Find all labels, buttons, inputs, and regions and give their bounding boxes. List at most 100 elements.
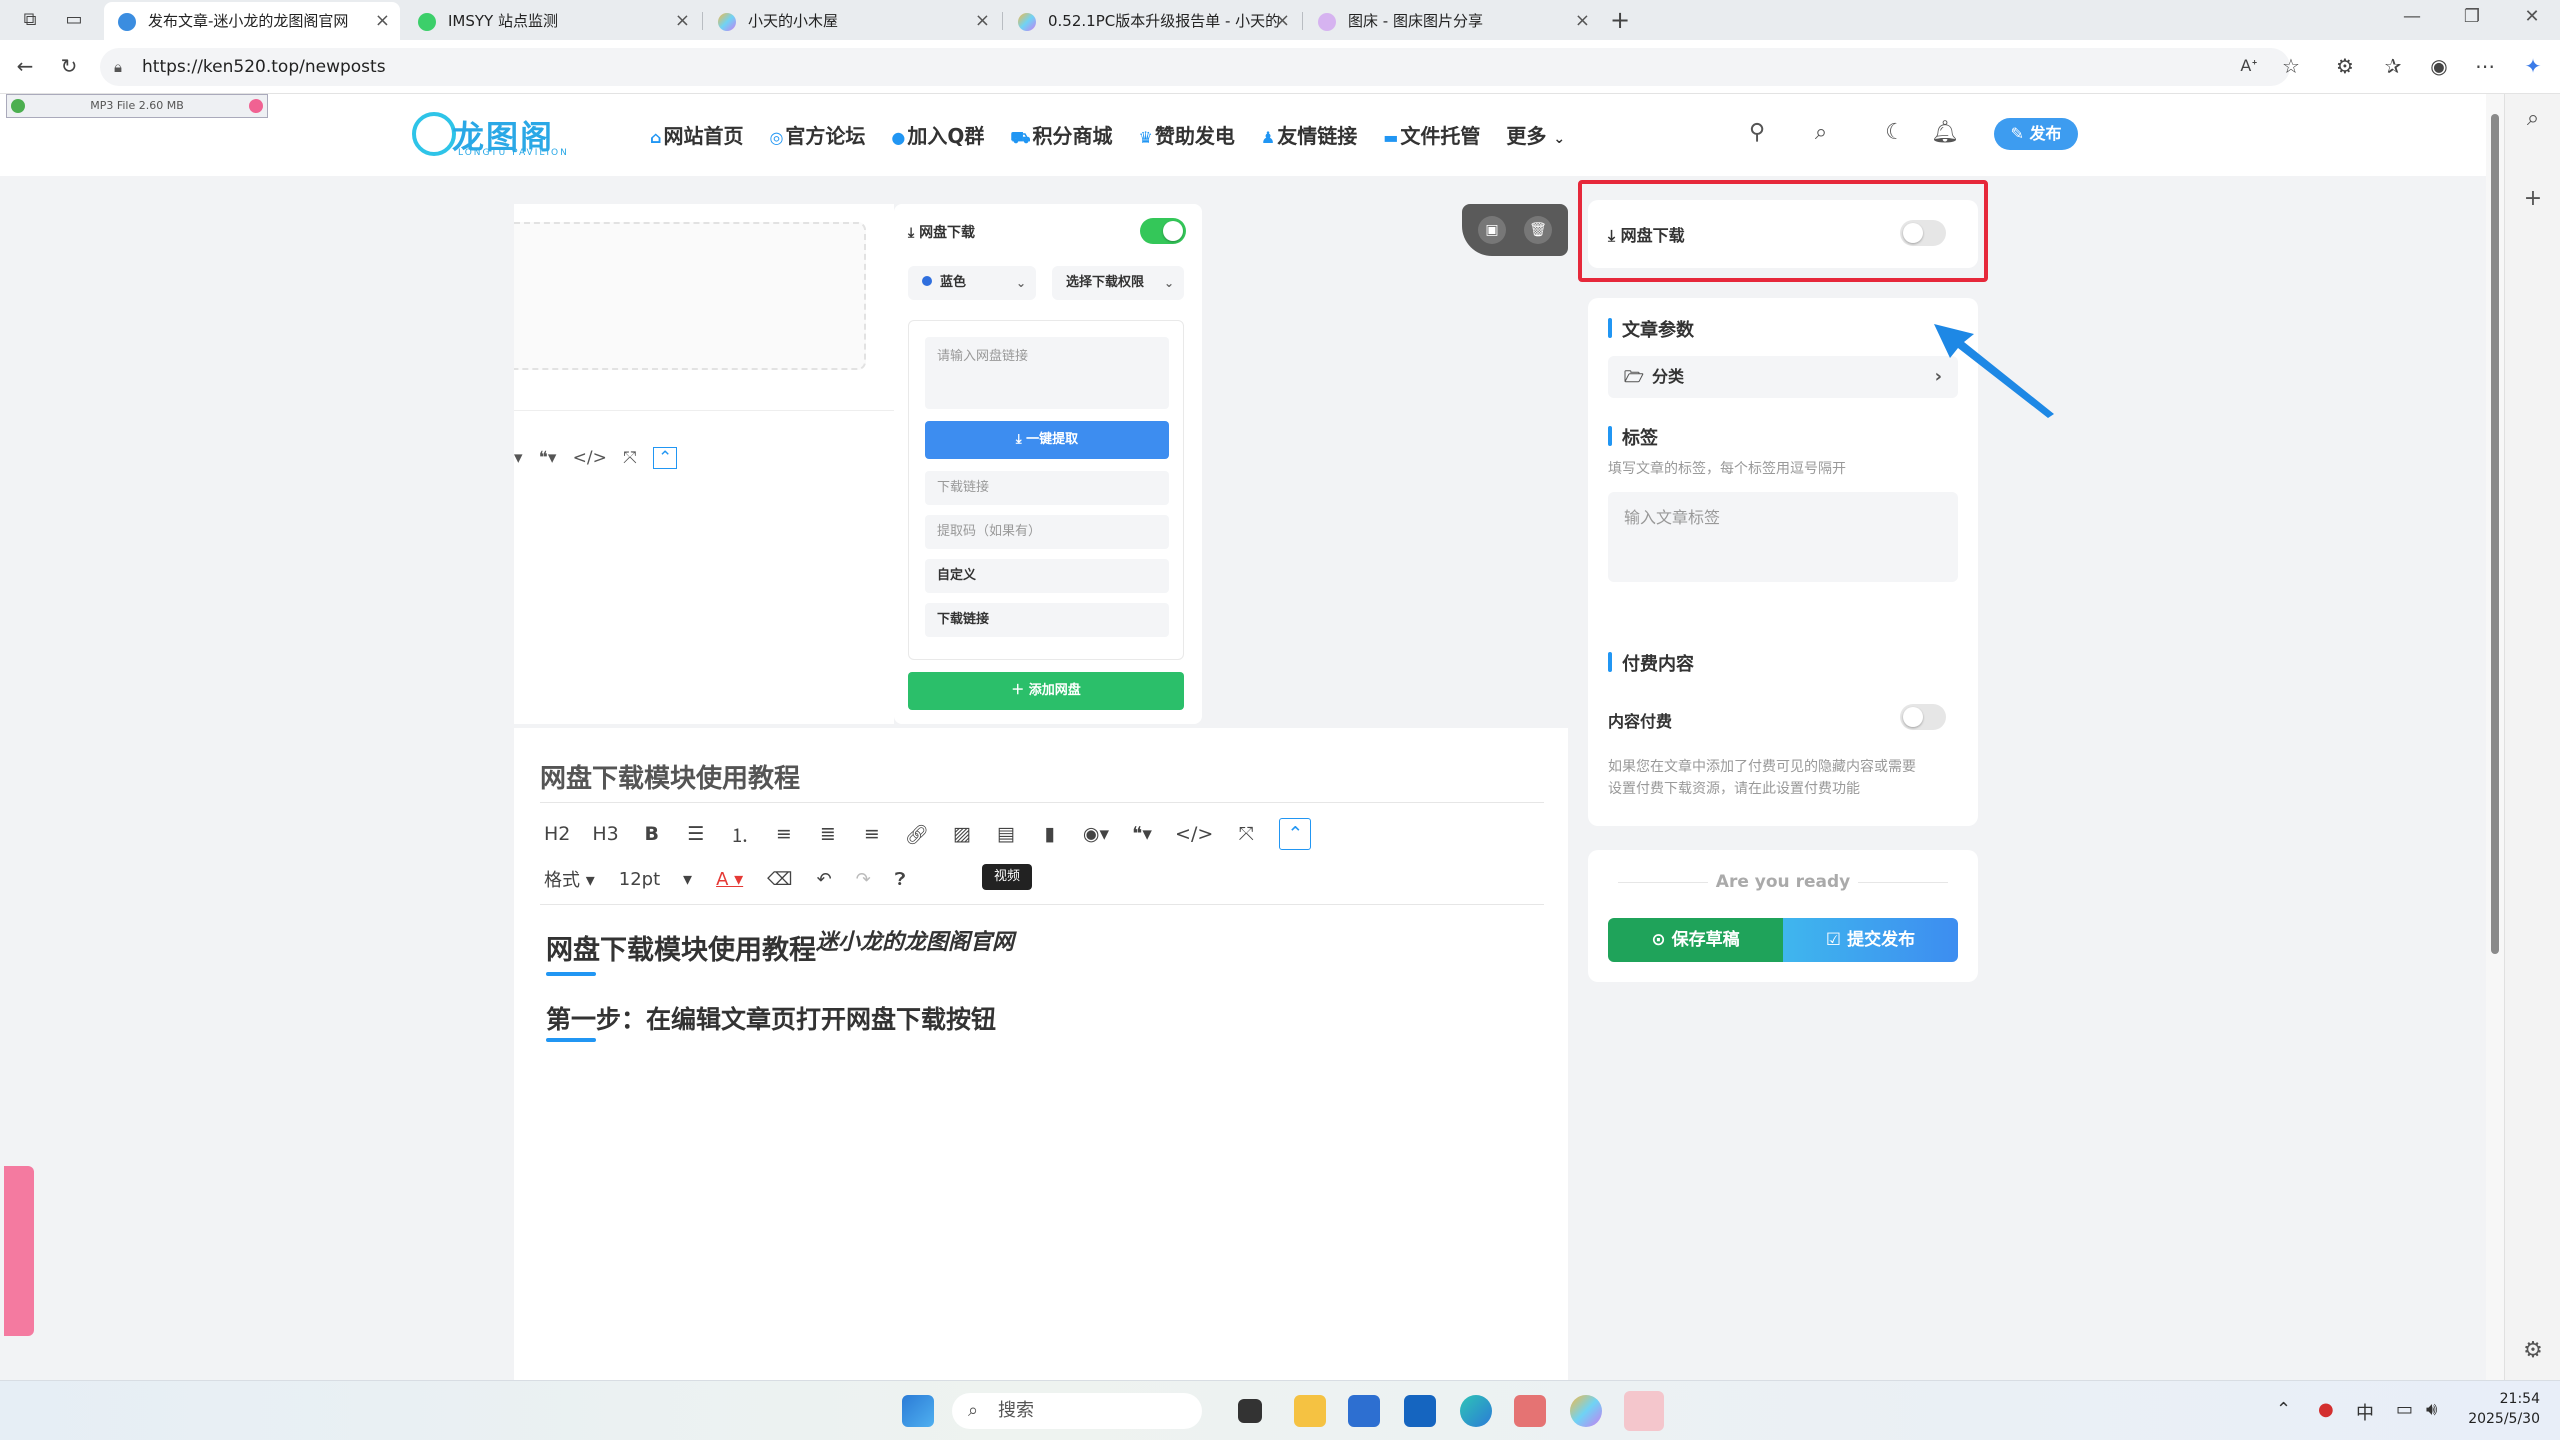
settings-gear-icon[interactable]: ⚙ (2519, 1338, 2547, 1363)
back-icon[interactable]: ← (10, 54, 40, 78)
link-textarea[interactable]: 请输入网盘链接 (925, 337, 1169, 409)
more-menu-icon[interactable]: ⋯ (2470, 54, 2500, 78)
code-icon[interactable]: </> (573, 448, 607, 468)
collapse-icon[interactable]: ⌃ (652, 447, 678, 469)
profile-avatar-icon[interactable]: ◉ (2424, 54, 2454, 78)
store-icon[interactable] (1348, 1395, 1380, 1427)
tab-actions-icon[interactable]: ▭ (62, 8, 86, 32)
new-tab-icon[interactable]: + (1608, 8, 1632, 32)
chevron-down-icon[interactable]: ▾ (514, 448, 523, 468)
snipping-icon[interactable] (1514, 1395, 1546, 1427)
redo-icon[interactable]: ↷ (856, 869, 871, 890)
file-explorer-icon[interactable] (1294, 1395, 1326, 1427)
favorite-star-icon[interactable]: ☆ (2276, 54, 2306, 78)
close-icon[interactable]: × (1575, 2, 1590, 40)
add-netdisk-button[interactable]: ＋ 添加网盘 (908, 672, 1184, 710)
tags-input[interactable]: 输入文章标签 (1608, 492, 1958, 582)
tab-publish[interactable]: 发布文章-迷小龙的龙图阁官网 × (104, 2, 400, 40)
format-select[interactable]: 格式 ▾ (544, 866, 595, 892)
network-icon[interactable]: ▭ (2396, 1399, 2413, 1420)
outlook-icon[interactable] (1404, 1395, 1436, 1427)
favorites-icon[interactable]: ✰ (2378, 54, 2408, 78)
font-size-select[interactable]: 12pt ▾ (619, 869, 692, 890)
search-icon[interactable]: ⌕ (1806, 120, 1836, 145)
fullscreen-icon[interactable]: ⤧ (623, 448, 637, 468)
save-draft-button[interactable]: ⊙ 保存草稿 (1608, 918, 1783, 962)
submit-publish-button[interactable]: ☑ 提交发布 (1783, 918, 1958, 962)
collapse-icon[interactable]: ⌃ (1279, 818, 1312, 850)
close-icon[interactable]: × (975, 2, 990, 40)
nav-shop[interactable]: ⛟ 积分商城 (1010, 120, 1112, 150)
taskbar-search[interactable]: ⌕ 搜索 (952, 1393, 1202, 1429)
category-row[interactable]: 🗁︎ 分类 › (1608, 356, 1958, 398)
publish-button[interactable]: ✎ 发布 (1994, 118, 2078, 150)
bold-button[interactable]: B (641, 823, 663, 845)
quote-icon[interactable]: ❝▾ (1131, 823, 1153, 845)
nav-links[interactable]: ♟ 友情链接 (1261, 120, 1357, 150)
nav-forum[interactable]: ◎ 官方论坛 (769, 120, 865, 150)
align-right-icon[interactable]: ≡ (861, 823, 883, 845)
window-close-icon[interactable]: ✕ (2512, 6, 2552, 27)
moon-icon[interactable]: ☾ (1880, 120, 1910, 145)
url-input[interactable]: 🔒︎ https://ken520.top/newposts (100, 48, 2290, 86)
refresh-icon[interactable]: ↻ (54, 54, 84, 78)
close-icon[interactable] (249, 99, 263, 113)
content-heading-1[interactable]: 网盘下载模块使用教程迷小龙的龙图阁官网 (546, 928, 1014, 967)
extract-code-field[interactable]: 提取码（如果有） (925, 515, 1169, 549)
quote-icon[interactable]: ❝▾ (539, 448, 557, 468)
page-scrollbar[interactable] (2486, 94, 2504, 1380)
eye-icon[interactable]: ◉▾ (1083, 823, 1109, 845)
tab-report[interactable]: 0.52.1PC版本升级报告单 - 小天的 × (1004, 2, 1300, 40)
chevron-up-icon[interactable]: ⌃ (2276, 1399, 2291, 1420)
image-icon[interactable]: ▨ (951, 823, 973, 845)
site-logo[interactable]: 龙图阁 LONGTU PAVILION (412, 108, 572, 158)
qq-icon[interactable] (1624, 1391, 1664, 1431)
volume-icon[interactable]: 🔊︎ (2426, 1399, 2437, 1420)
edge-icon[interactable] (1460, 1395, 1492, 1427)
copilot-icon[interactable]: ✦ (2518, 54, 2548, 78)
numbered-list-icon[interactable]: ⒈ (729, 821, 751, 848)
h2-button[interactable]: H2 (544, 823, 570, 845)
bullet-list-icon[interactable]: ☰ (685, 823, 707, 845)
mp3-file-chip[interactable]: MP3 File 2.60 MB (6, 94, 268, 118)
task-view-icon[interactable] (1238, 1399, 1262, 1423)
nav-sponsor[interactable]: ♛ 赞助发电 (1139, 120, 1235, 150)
restore-icon[interactable]: ❐ (2452, 6, 2492, 27)
article-title-input[interactable]: 网盘下载模块使用教程 (540, 758, 800, 795)
fullscreen-icon[interactable]: ⤧ (1235, 823, 1257, 845)
tab-imsyy[interactable]: IMSYY 站点监测 × (404, 2, 700, 40)
ime-indicator[interactable]: 中 (2356, 1399, 2374, 1425)
nav-more[interactable]: 更多 ⌄ (1506, 120, 1565, 150)
qq-tray-icon[interactable]: ● (2318, 1399, 2334, 1420)
upload-dropzone[interactable] (514, 222, 866, 370)
bell-icon[interactable]: 🔔︎ (1930, 120, 1960, 145)
content-heading-2[interactable]: 第一步：在编辑文章页打开网盘下载按钮 (546, 1000, 996, 1036)
add-icon[interactable]: + (2519, 186, 2547, 211)
eraser-icon[interactable]: ⌫ (767, 869, 792, 890)
h3-button[interactable]: H3 (592, 823, 618, 845)
close-icon[interactable]: × (1275, 2, 1290, 40)
color-select[interactable]: 蓝色 ⌄ (908, 266, 1036, 300)
download-link-field[interactable]: 下载链接 (925, 471, 1169, 505)
undo-icon[interactable]: ↶ (817, 869, 832, 890)
lightbulb-icon[interactable]: ⚲ (1742, 120, 1772, 145)
start-windows-icon[interactable] (902, 1395, 934, 1427)
clock[interactable]: 21:54 2025/5/30 (2460, 1389, 2540, 1429)
code-icon[interactable]: </> (1175, 823, 1213, 845)
video-icon[interactable]: ▤ (995, 823, 1017, 845)
close-icon[interactable]: × (375, 2, 390, 40)
align-left-icon[interactable]: ≡ (773, 823, 795, 845)
workspaces-icon[interactable]: ⧉ (18, 8, 42, 32)
permission-select[interactable]: 选择下载权限 ⌄ (1052, 266, 1184, 300)
link-icon[interactable]: 🔗︎ (905, 823, 929, 846)
extensions-icon[interactable]: ⚙ (2330, 54, 2360, 78)
netdisk-toggle-on[interactable] (1140, 218, 1186, 244)
help-icon[interactable]: ❓︎ (895, 869, 906, 890)
close-icon[interactable]: × (675, 2, 690, 40)
scrollbar-thumb[interactable] (2491, 114, 2499, 954)
download-link-label-field[interactable]: 下载链接 (925, 603, 1169, 637)
font-color-icon[interactable]: A ▾ (716, 869, 743, 890)
paid-toggle[interactable] (1900, 704, 1946, 730)
nav-home[interactable]: ⌂ 网站首页 (650, 120, 743, 150)
side-pink-tab[interactable] (4, 1166, 34, 1336)
